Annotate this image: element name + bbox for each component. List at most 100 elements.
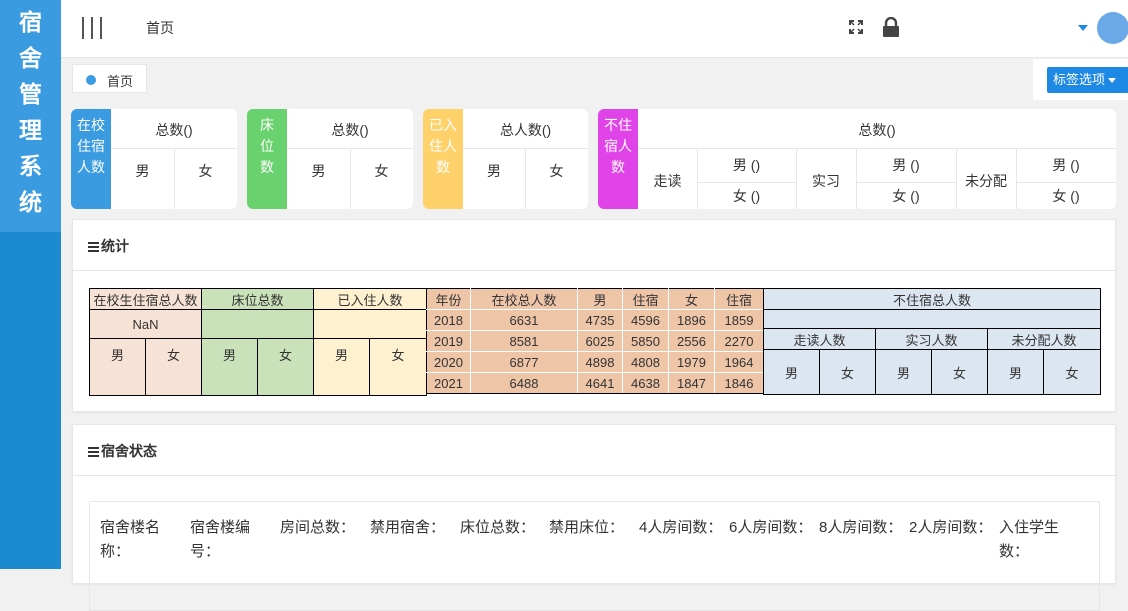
- walk-female: 女: [819, 349, 876, 395]
- tab-home-label: 首页: [107, 74, 134, 89]
- avatar[interactable]: [1097, 12, 1128, 44]
- year-cell: 4641: [577, 372, 623, 394]
- card-female: 女: [374, 163, 389, 179]
- year-header: 住宿: [622, 288, 669, 310]
- bed-female: 女: [257, 338, 315, 396]
- table-row: 2020 6877 4898 4808 1979 1964: [426, 351, 764, 373]
- in-female: 女: [369, 338, 428, 396]
- column-header: 禁用宿舍：: [370, 519, 446, 536]
- year-cell: 1859: [714, 309, 764, 331]
- card-male: 男: [135, 163, 150, 179]
- year-cell: 2019: [426, 330, 471, 352]
- column-header: 房间总数：: [280, 519, 356, 536]
- year-cell: 6025: [577, 330, 623, 352]
- column-header: 8人房间数：: [819, 519, 903, 536]
- dorm-table: 宿舍楼名称： 宿舍楼编号： 房间总数： 禁用宿舍： 床位总数： 禁用床位： 4人…: [89, 501, 1100, 611]
- in-male: 男: [313, 338, 371, 396]
- card-male: 男: [487, 163, 501, 179]
- card-intern: 实习: [812, 173, 840, 189]
- header-bed-total: 床位总数: [201, 288, 315, 310]
- title-char: 理: [19, 117, 42, 143]
- column-header: 床位总数：: [460, 519, 536, 536]
- year-cell: 4808: [622, 351, 669, 373]
- header-unassigned: 未分配人数: [986, 328, 1102, 350]
- year-cell: 6631: [470, 309, 578, 331]
- sidebar: 宿 舍 管 理 系 统: [0, 0, 61, 569]
- stats-table-years: 年份 在校总人数 男 住宿 女 住宿 2018 6631 4735 4596 1…: [426, 288, 764, 394]
- card-resident-students: 在校住宿人数 总数() 男 女: [71, 109, 237, 209]
- year-cell: 2270: [714, 330, 764, 352]
- card-male: 男 (): [892, 157, 920, 173]
- stats-table-left: 在校生住宿总人数 床位总数 已入住人数 NaN 男 女 男 女 男 女: [88, 288, 428, 396]
- live-female: 女: [144, 338, 203, 396]
- year-cell: 1847: [668, 372, 715, 394]
- tab-home[interactable]: 首页: [72, 64, 147, 93]
- card-female: 女: [198, 163, 213, 179]
- table-row: 2019 8581 6025 5850 2556 2270: [426, 330, 764, 352]
- tab-options-button[interactable]: 标签选项: [1047, 67, 1128, 93]
- year-cell: 4898: [577, 351, 623, 373]
- card-female: 女: [549, 163, 564, 179]
- card-non-resident: 不住宿人数 总数() 走读 男 () 女 () 实习 男 () 女 () 未分配…: [598, 109, 1116, 209]
- stats-title: 统计: [101, 238, 129, 254]
- stats-header: 统计: [73, 220, 1115, 271]
- year-cell: 1979: [668, 351, 715, 373]
- column-header: 6人房间数：: [729, 519, 813, 536]
- card-total: 总人数(): [499, 122, 552, 138]
- dorm-header: 宿舍状态: [73, 425, 1115, 476]
- year-cell: 2018: [426, 309, 471, 331]
- tab-options-label: 标签选项: [1053, 72, 1106, 87]
- column-header: 入住学生数：: [999, 519, 1060, 560]
- year-cell: 1846: [714, 372, 764, 394]
- year-cell: 2020: [426, 351, 471, 373]
- caret-down-icon[interactable]: [1078, 25, 1088, 31]
- year-cell: 4638: [622, 372, 669, 394]
- column-header: 禁用床位：: [549, 519, 625, 536]
- year-cell: 8581: [470, 330, 578, 352]
- card-label: 在校住宿人数: [71, 109, 111, 209]
- card-unassigned: 未分配: [965, 173, 1007, 189]
- live-male: 男: [89, 338, 146, 396]
- dorm-title: 宿舍状态: [101, 443, 157, 459]
- year-header: 年份: [426, 288, 471, 310]
- card-total: 总数(): [155, 122, 193, 138]
- year-cell: 1964: [714, 351, 764, 373]
- fullscreen-icon[interactable]: [848, 19, 864, 35]
- title-char: 统: [19, 189, 42, 215]
- app-title: 宿 舍 管 理 系 统: [0, 0, 61, 232]
- card-total: 总数(): [331, 122, 369, 138]
- value-nonresident-total: [762, 309, 1102, 329]
- value-bed-total: [201, 309, 315, 339]
- card-male: 男 (): [732, 157, 761, 173]
- lock-icon[interactable]: [882, 17, 900, 37]
- value-live-total: NaN: [88, 309, 203, 339]
- card-male: 男 (): [1052, 157, 1080, 173]
- stats-table-nonresident: 不住宿总人数 走读人数 实习人数 未分配人数 男 女 男 女 男 女: [762, 288, 1102, 395]
- bed-male: 男: [201, 338, 259, 396]
- year-header: 男: [577, 288, 623, 310]
- tab-options-wrap: 标签选项: [1033, 59, 1128, 100]
- table-row: 2018 6631 4735 4596 1896 1859: [426, 309, 764, 331]
- dorm-panel: 宿舍状态 宿舍楼名称： 宿舍楼编号： 房间总数： 禁用宿舍： 床位总数： 禁用床…: [72, 424, 1116, 611]
- top-header: 首页: [61, 0, 1128, 58]
- menu-icon[interactable]: [82, 17, 102, 39]
- caret-down-icon: [1108, 78, 1117, 84]
- card-female: 女 (): [892, 188, 920, 204]
- title-char: 宿: [19, 9, 42, 35]
- card-beds: 床位数 总数() 男 女: [247, 109, 413, 209]
- header-nonresident-total: 不住宿总人数: [762, 288, 1102, 310]
- list-icon: [88, 445, 99, 459]
- card-total: 总数(): [858, 122, 896, 138]
- card-female: 女 (): [1052, 188, 1080, 204]
- card-label: 已入住人数: [423, 109, 463, 209]
- year-header: 住宿: [714, 288, 764, 310]
- header-home-link[interactable]: 首页: [146, 18, 174, 38]
- year-cell: 6877: [470, 351, 578, 373]
- card-female: 女 (): [732, 188, 761, 204]
- header-walk: 走读人数: [763, 328, 876, 350]
- year-cell: 4596: [622, 309, 669, 331]
- card-male: 男: [311, 163, 326, 179]
- value-checked-in: [313, 309, 428, 339]
- header-live-total: 在校生住宿总人数: [88, 288, 203, 310]
- year-cell: 1896: [668, 309, 715, 331]
